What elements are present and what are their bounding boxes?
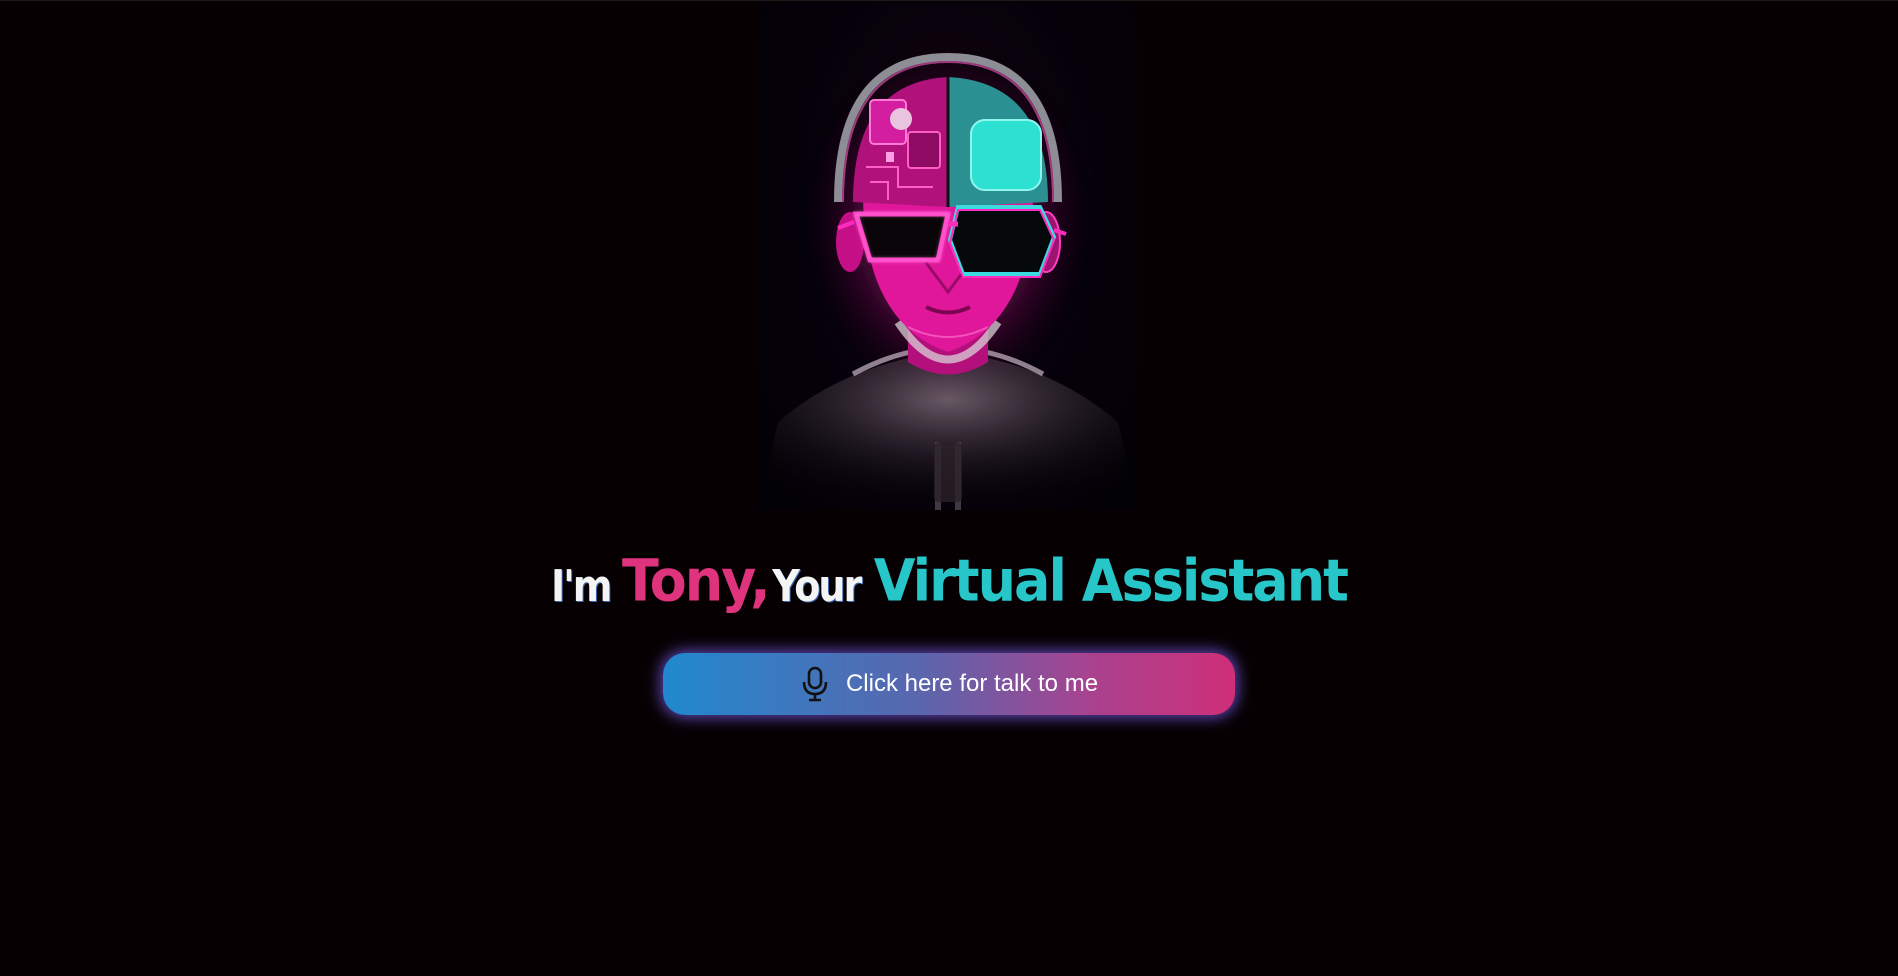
talk-button[interactable]: Click here for talk to me — [663, 653, 1235, 715]
talk-button-label: Click here for talk to me — [845, 670, 1099, 697]
cyberpunk-robot-avatar-icon — [758, 47, 1138, 510]
headline: I'm Tony, Your Virtual Assistant — [0, 546, 1898, 615]
headline-connector: Your — [772, 560, 862, 612]
microphone-icon — [800, 666, 830, 702]
assistant-avatar — [758, 2, 1138, 510]
page: I'm Tony, Your Virtual Assistant Click h… — [0, 0, 1898, 976]
assistant-role: Virtual Assistant — [873, 546, 1349, 615]
assistant-name: Tony, — [621, 546, 771, 615]
headline-intro: I'm — [550, 560, 612, 612]
